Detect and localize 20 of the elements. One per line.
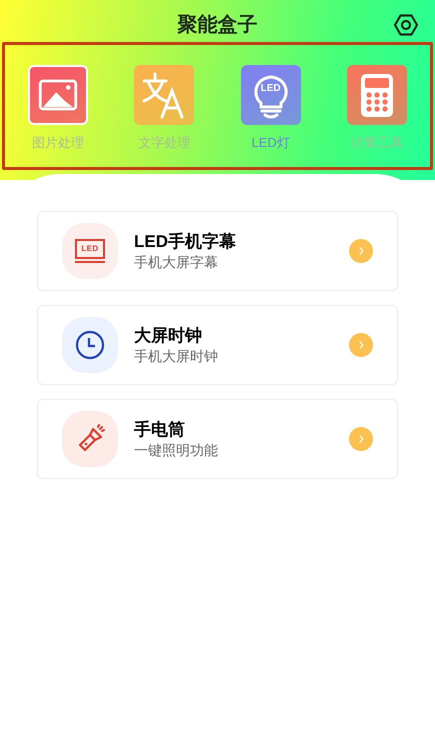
icon-label: LED: [260, 84, 282, 94]
feature-subtitle: 手机大屏时钟: [134, 348, 219, 366]
chevron-icon: [349, 427, 373, 451]
icon-label: LED: [81, 245, 99, 253]
flashlight-icon: [62, 411, 118, 467]
chevron-icon: [349, 239, 373, 263]
tool-tab[interactable]: LED LED灯: [226, 65, 316, 153]
feature-subtitle: 手机大屏字幕: [134, 254, 219, 272]
feature-title: 手电筒: [134, 418, 186, 440]
feature-card[interactable]: 手电筒 一键照明功能: [37, 399, 398, 479]
feature-title: 大屏时钟: [134, 324, 203, 346]
feature-card[interactable]: LED LED手机字幕 手机大屏字幕: [37, 211, 398, 291]
feature-card[interactable]: 大屏时钟 手机大屏时钟: [37, 305, 398, 385]
clock-icon: [62, 317, 118, 373]
feature-subtitle: 一键照明功能: [134, 442, 219, 460]
feature-title: LED手机字幕: [134, 230, 237, 252]
chevron-icon: [349, 333, 373, 357]
tool-tab[interactable]: 图片处理: [13, 65, 104, 153]
settings-icon[interactable]: [393, 12, 419, 38]
app-title: 聚能盒子: [178, 13, 258, 38]
